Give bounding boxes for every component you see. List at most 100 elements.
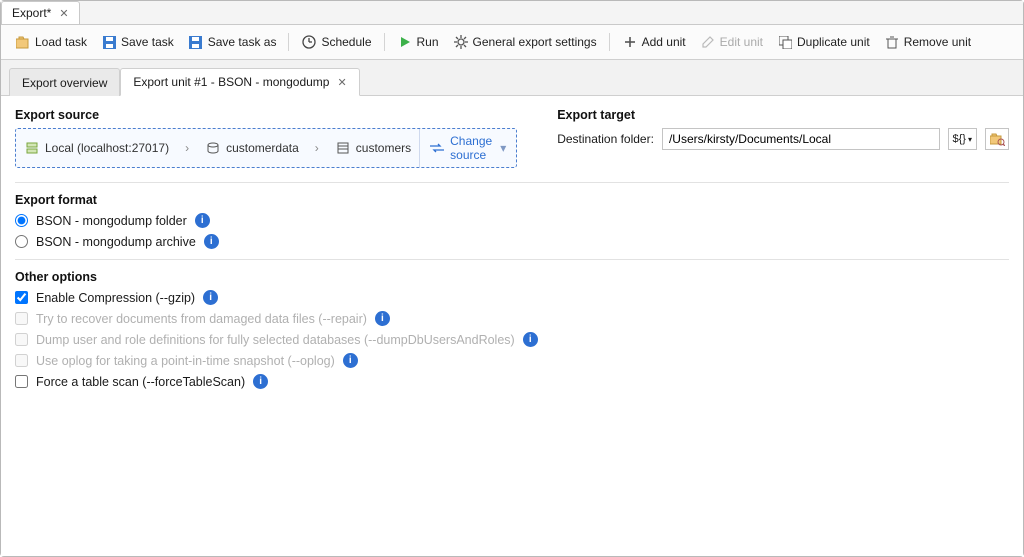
format-archive-radio[interactable]	[15, 235, 28, 248]
oplog-checkbox	[15, 354, 28, 367]
export-source-section: Export source Local (localhost:27017) › …	[15, 108, 517, 168]
info-icon[interactable]	[204, 234, 219, 249]
window-tab-title: Export*	[12, 6, 51, 20]
oplog-label: Use oplog for taking a point-in-time sna…	[36, 354, 335, 368]
option-table-scan-row[interactable]: Force a table scan (--forceTableScan)	[15, 374, 1009, 389]
change-source-label: Change source	[450, 134, 494, 162]
trash-icon	[884, 34, 900, 50]
run-label: Run	[417, 35, 439, 49]
save-task-label: Save task	[121, 35, 174, 49]
separator	[384, 33, 385, 51]
option-dump-users-row: Dump user and role definitions for fully…	[15, 332, 1009, 347]
info-icon[interactable]	[195, 213, 210, 228]
gear-icon	[453, 34, 469, 50]
add-unit-label: Add unit	[642, 35, 686, 49]
destination-folder-input[interactable]	[662, 128, 940, 150]
window-tab-strip: Export* ✕	[1, 1, 1023, 25]
change-source-button[interactable]: Change source ▾	[419, 129, 516, 167]
format-archive-label: BSON - mongodump archive	[36, 235, 196, 249]
save-task-button[interactable]: Save task	[99, 32, 176, 52]
source-breadcrumb: Local (localhost:27017) › customerdata ›	[15, 128, 517, 168]
separator	[288, 33, 289, 51]
option-oplog-row: Use oplog for taking a point-in-time sna…	[15, 353, 1009, 368]
close-icon[interactable]: ✕	[337, 76, 346, 89]
duplicate-unit-button[interactable]: Duplicate unit	[775, 32, 872, 52]
export-format-title: Export format	[15, 193, 1009, 207]
clock-icon	[301, 34, 317, 50]
info-icon[interactable]	[343, 353, 358, 368]
gzip-label: Enable Compression (--gzip)	[36, 291, 195, 305]
content-area: Export source Local (localhost:27017) › …	[1, 96, 1023, 556]
table-scan-label: Force a table scan (--forceTableScan)	[36, 375, 245, 389]
save-task-as-label: Save task as	[208, 35, 277, 49]
add-unit-button[interactable]: Add unit	[620, 32, 688, 52]
general-settings-label: General export settings	[473, 35, 597, 49]
chevron-down-icon: ▾	[968, 135, 972, 144]
format-folder-label: BSON - mongodump folder	[36, 214, 187, 228]
folder-search-icon	[989, 131, 1005, 147]
export-target-section: Export target Destination folder: ${} ▾	[557, 108, 1009, 168]
edit-unit-label: Edit unit	[720, 35, 763, 49]
export-source-title: Export source	[15, 108, 517, 122]
plus-icon	[622, 34, 638, 50]
tab-export-unit[interactable]: Export unit #1 - BSON - mongodump ✕	[120, 68, 359, 96]
variables-button[interactable]: ${} ▾	[948, 128, 977, 150]
database-icon	[205, 140, 221, 156]
swap-icon	[430, 140, 444, 156]
info-icon[interactable]	[523, 332, 538, 347]
breadcrumb-database-label: customerdata	[226, 141, 299, 155]
gzip-checkbox[interactable]	[15, 291, 28, 304]
breadcrumb-connection-label: Local (localhost:27017)	[45, 141, 169, 155]
save-task-as-button[interactable]: Save task as	[186, 32, 279, 52]
load-task-label: Load task	[35, 35, 87, 49]
remove-unit-label: Remove unit	[904, 35, 971, 49]
toolbar: Load task Save task Save task as Schedul…	[1, 25, 1023, 60]
divider	[15, 182, 1009, 183]
destination-label: Destination folder:	[557, 132, 654, 146]
tab-label: Export overview	[22, 76, 107, 90]
variables-label: ${}	[953, 133, 966, 145]
chevron-down-icon: ▾	[500, 141, 506, 155]
divider	[15, 259, 1009, 260]
save-icon	[101, 34, 117, 50]
schedule-button[interactable]: Schedule	[299, 32, 373, 52]
table-scan-checkbox[interactable]	[15, 375, 28, 388]
breadcrumb-collection[interactable]: customers	[327, 129, 419, 167]
close-icon[interactable]: ✕	[59, 7, 68, 20]
remove-unit-button[interactable]: Remove unit	[882, 32, 973, 52]
chevron-right-icon: ›	[177, 129, 197, 167]
pencil-icon	[700, 34, 716, 50]
repair-label: Try to recover documents from damaged da…	[36, 312, 367, 326]
tab-export-overview[interactable]: Export overview	[9, 68, 120, 96]
window-tab-export[interactable]: Export* ✕	[1, 1, 80, 24]
info-icon[interactable]	[375, 311, 390, 326]
collection-icon	[335, 140, 351, 156]
info-icon[interactable]	[203, 290, 218, 305]
duplicate-unit-label: Duplicate unit	[797, 35, 870, 49]
breadcrumb-connection[interactable]: Local (localhost:27017)	[16, 129, 177, 167]
document-tabs: Export overview Export unit #1 - BSON - …	[1, 60, 1023, 96]
format-archive-row[interactable]: BSON - mongodump archive	[15, 234, 1009, 249]
run-button[interactable]: Run	[395, 32, 441, 52]
export-target-title: Export target	[557, 108, 1009, 122]
option-repair-row: Try to recover documents from damaged da…	[15, 311, 1009, 326]
edit-unit-button: Edit unit	[698, 32, 765, 52]
other-options-title: Other options	[15, 270, 1009, 284]
browse-folder-button[interactable]	[985, 128, 1009, 150]
save-as-icon	[188, 34, 204, 50]
chevron-right-icon: ›	[307, 129, 327, 167]
export-window: Export* ✕ Load task Save task Save task …	[0, 0, 1024, 557]
format-folder-radio[interactable]	[15, 214, 28, 227]
option-gzip-row[interactable]: Enable Compression (--gzip)	[15, 290, 1009, 305]
format-folder-row[interactable]: BSON - mongodump folder	[15, 213, 1009, 228]
breadcrumb-collection-label: customers	[356, 141, 411, 155]
tab-label: Export unit #1 - BSON - mongodump	[133, 75, 329, 89]
dump-users-checkbox	[15, 333, 28, 346]
general-settings-button[interactable]: General export settings	[451, 32, 599, 52]
load-task-button[interactable]: Load task	[13, 32, 89, 52]
destination-row: Destination folder: ${} ▾	[557, 128, 1009, 150]
separator	[609, 33, 610, 51]
info-icon[interactable]	[253, 374, 268, 389]
repair-checkbox	[15, 312, 28, 325]
breadcrumb-database[interactable]: customerdata	[197, 129, 307, 167]
